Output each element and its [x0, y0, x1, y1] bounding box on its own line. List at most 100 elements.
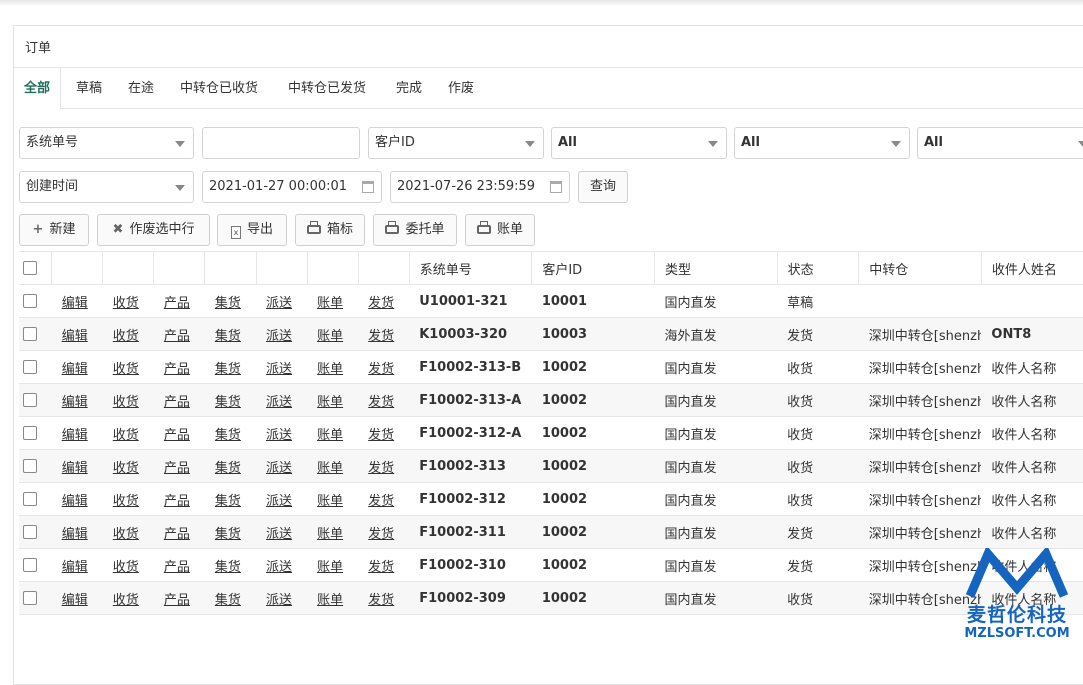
row-receive-link[interactable]: 收货 [113, 428, 139, 443]
filter-select-b[interactable]: All [734, 127, 910, 159]
row-checkbox[interactable] [23, 525, 37, 539]
table-row[interactable]: 编辑 收货 产品 集货 派送 账单 发货 F10002-310 10002 国内直发 发货 深圳中转仓… [19, 548, 1083, 582]
row-receive-link[interactable]: 收货 [113, 560, 139, 575]
row-edit-link[interactable]: 编辑 [62, 428, 88, 443]
row-edit-link[interactable]: 编辑 [62, 527, 88, 542]
table-row[interactable]: 编辑 收货 产品 集货 派送 账单 发货 F10002-313-B 10002 国内直发 收货 深圳中… [19, 350, 1083, 384]
row-edit-link[interactable]: 编辑 [62, 395, 88, 410]
row-checkbox[interactable] [23, 294, 37, 308]
row-ship-link[interactable]: 发货 [368, 494, 394, 509]
row-product-link[interactable]: 产品 [164, 461, 190, 476]
select-all-checkbox[interactable] [23, 261, 37, 275]
table-row[interactable]: 编辑 收货 产品 集货 派送 账单 发货 K10003-320 10003 海外直发 发货 深圳中转仓… [19, 317, 1083, 351]
row-receive-link[interactable]: 收货 [113, 461, 139, 476]
row-ship-link[interactable]: 发货 [368, 362, 394, 377]
row-bill-link[interactable]: 账单 [317, 461, 343, 476]
row-checkbox[interactable] [23, 426, 37, 440]
row-bill-link[interactable]: 账单 [317, 395, 343, 410]
tab-warehouse-shipped[interactable]: 中转仓已发货 [278, 68, 376, 109]
date-to-input[interactable]: 2021-07-26 23:59:59 [390, 171, 570, 203]
row-bill-link[interactable]: 账单 [317, 329, 343, 344]
row-consolidate-link[interactable]: 集货 [215, 527, 241, 542]
filter-select-c[interactable]: All [917, 127, 1083, 159]
new-button[interactable]: + 新建 [19, 214, 89, 246]
table-row[interactable]: 编辑 收货 产品 集货 派送 账单 发货 F10002-313-A 10002 国内直发 收货 深圳中… [19, 383, 1083, 417]
row-edit-link[interactable]: 编辑 [62, 560, 88, 575]
row-deliver-link[interactable]: 派送 [266, 329, 292, 344]
row-consolidate-link[interactable]: 集货 [215, 362, 241, 377]
row-consolidate-link[interactable]: 集货 [215, 560, 241, 575]
col-header-warehouse[interactable]: 中转仓 [858, 251, 982, 285]
row-deliver-link[interactable]: 派送 [266, 296, 292, 311]
table-row[interactable]: 编辑 收货 产品 集货 派送 账单 发货 F10002-312-A 10002 国内直发 收货 深圳中… [19, 416, 1083, 450]
col-header-recipient[interactable]: 收件人姓名 [981, 251, 1083, 285]
row-ship-link[interactable]: 发货 [368, 560, 394, 575]
row-checkbox[interactable] [23, 327, 37, 341]
row-deliver-link[interactable]: 派送 [266, 461, 292, 476]
tab-in-transit[interactable]: 在途 [118, 68, 164, 109]
table-row[interactable]: 编辑 收货 产品 集货 派送 账单 发货 F10002-313 10002 国内直发 收货 深圳中转仓… [19, 449, 1083, 483]
row-consolidate-link[interactable]: 集货 [215, 329, 241, 344]
row-deliver-link[interactable]: 派送 [266, 362, 292, 377]
tab-completed[interactable]: 完成 [386, 68, 432, 109]
row-product-link[interactable]: 产品 [164, 527, 190, 542]
row-product-link[interactable]: 产品 [164, 494, 190, 509]
field-select[interactable]: 系统单号 [19, 127, 194, 159]
export-button[interactable]: x 导出 [217, 214, 287, 246]
row-receive-link[interactable]: 收货 [113, 593, 139, 608]
row-checkbox[interactable] [23, 591, 37, 605]
row-consolidate-link[interactable]: 集货 [215, 494, 241, 509]
tab-voided[interactable]: 作废 [438, 68, 484, 109]
row-edit-link[interactable]: 编辑 [62, 494, 88, 509]
row-product-link[interactable]: 产品 [164, 560, 190, 575]
col-header-customer-id[interactable]: 客户ID [531, 251, 655, 285]
row-checkbox[interactable] [23, 558, 37, 572]
row-bill-link[interactable]: 账单 [317, 494, 343, 509]
row-edit-link[interactable]: 编辑 [62, 593, 88, 608]
col-header-type[interactable]: 类型 [654, 251, 778, 285]
col-header-system-no[interactable]: 系统单号 [409, 251, 533, 285]
row-deliver-link[interactable]: 派送 [266, 593, 292, 608]
tab-draft[interactable]: 草稿 [66, 68, 112, 109]
filter-select-a[interactable]: All [551, 127, 727, 159]
row-product-link[interactable]: 产品 [164, 296, 190, 311]
row-product-link[interactable]: 产品 [164, 593, 190, 608]
tab-warehouse-received[interactable]: 中转仓已收货 [170, 68, 268, 109]
row-edit-link[interactable]: 编辑 [62, 296, 88, 311]
row-checkbox[interactable] [23, 360, 37, 374]
row-ship-link[interactable]: 发货 [368, 527, 394, 542]
box-label-button[interactable]: 箱标 [295, 214, 365, 246]
row-ship-link[interactable]: 发货 [368, 329, 394, 344]
row-consolidate-link[interactable]: 集货 [215, 593, 241, 608]
row-edit-link[interactable]: 编辑 [62, 362, 88, 377]
row-bill-link[interactable]: 账单 [317, 527, 343, 542]
row-product-link[interactable]: 产品 [164, 362, 190, 377]
row-consolidate-link[interactable]: 集货 [215, 461, 241, 476]
row-consolidate-link[interactable]: 集货 [215, 428, 241, 443]
row-deliver-link[interactable]: 派送 [266, 494, 292, 509]
col-header-status[interactable]: 状态 [777, 251, 860, 285]
row-consolidate-link[interactable]: 集货 [215, 296, 241, 311]
row-receive-link[interactable]: 收货 [113, 296, 139, 311]
row-product-link[interactable]: 产品 [164, 395, 190, 410]
row-receive-link[interactable]: 收货 [113, 395, 139, 410]
row-receive-link[interactable]: 收货 [113, 527, 139, 542]
row-product-link[interactable]: 产品 [164, 428, 190, 443]
field-value-input[interactable] [202, 127, 360, 159]
row-bill-link[interactable]: 账单 [317, 362, 343, 377]
row-receive-link[interactable]: 收货 [113, 329, 139, 344]
query-button[interactable]: 查询 [578, 171, 628, 203]
row-deliver-link[interactable]: 派送 [266, 428, 292, 443]
row-consolidate-link[interactable]: 集货 [215, 395, 241, 410]
row-deliver-link[interactable]: 派送 [266, 527, 292, 542]
row-receive-link[interactable]: 收货 [113, 362, 139, 377]
row-product-link[interactable]: 产品 [164, 329, 190, 344]
row-checkbox[interactable] [23, 393, 37, 407]
table-row[interactable]: 编辑 收货 产品 集货 派送 账单 发货 F10002-312 10002 国内直发 收货 深圳中转仓… [19, 482, 1083, 516]
row-checkbox[interactable] [23, 459, 37, 473]
row-bill-link[interactable]: 账单 [317, 428, 343, 443]
bill-button[interactable]: 账单 [465, 214, 535, 246]
tab-all[interactable]: 全部 [14, 68, 62, 110]
date-from-input[interactable]: 2021-01-27 00:00:01 [202, 171, 382, 203]
row-ship-link[interactable]: 发货 [368, 296, 394, 311]
